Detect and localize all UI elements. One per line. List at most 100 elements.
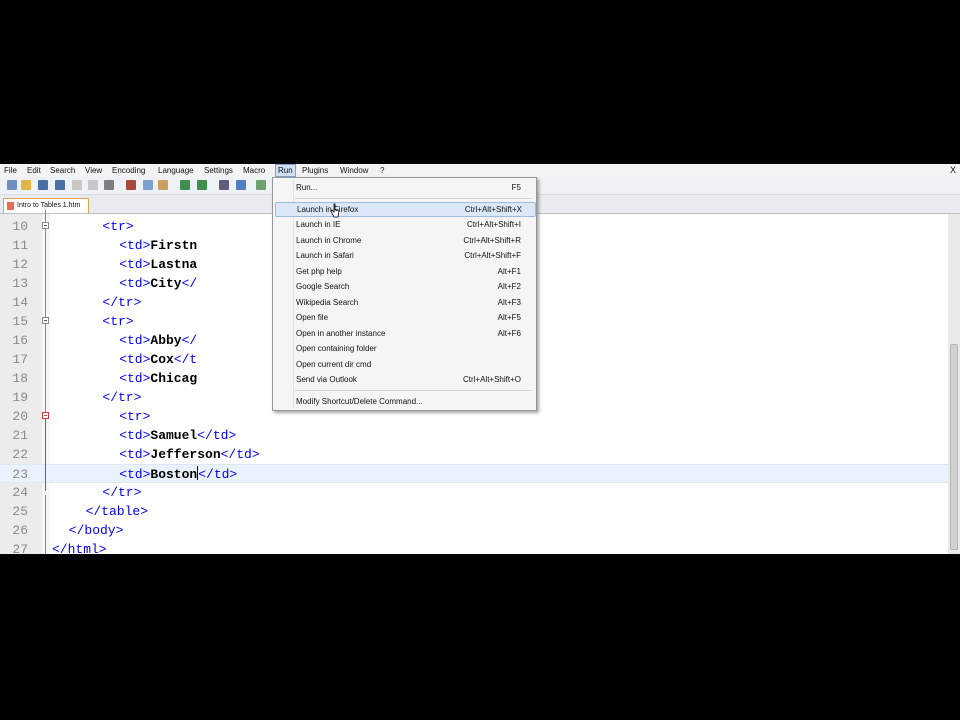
menu-view[interactable]: View: [83, 164, 104, 177]
new-file-icon[interactable]: [7, 180, 17, 190]
find-icon[interactable]: [219, 180, 229, 190]
html-tag-token: </: [181, 333, 198, 348]
code-text: <td>Samuel</td>: [119, 426, 236, 445]
line-number: 12: [12, 257, 28, 272]
line-number: 18: [12, 371, 28, 386]
menu-item-label: Modify Shortcut/Delete Command...: [296, 396, 423, 406]
menu-item-label: Send via Outlook: [296, 375, 357, 384]
menu-item-open-containing-folder[interactable]: Open containing folder: [275, 341, 534, 356]
menu-item-label: Launch in Safari: [296, 251, 354, 260]
line-number: 21: [12, 428, 28, 443]
menu-settings[interactable]: Settings: [202, 164, 235, 177]
menu-item-run[interactable]: Run... F5: [275, 180, 534, 195]
line-number: 11: [12, 238, 28, 253]
line-number: 24: [12, 485, 28, 500]
menu-bar: File Edit Search View Encoding Language Settin…: [0, 164, 960, 177]
menu-item-label: Launch in IE: [296, 220, 341, 229]
html-tag-token: <td>: [119, 257, 151, 272]
menu-item-launch-in-ie[interactable]: Launch in IE Ctrl+Alt+Shift+I: [275, 217, 534, 232]
code-line[interactable]: 27 </html>: [0, 540, 948, 554]
html-tag-token: <td>: [119, 333, 151, 348]
code-text: <td>Cox</t: [119, 350, 197, 369]
menu-window[interactable]: Window: [338, 164, 370, 177]
line-number: 13: [12, 276, 28, 291]
close-all-icon[interactable]: [88, 180, 98, 190]
menu-help[interactable]: ?: [378, 164, 386, 177]
menu-edit[interactable]: Edit: [25, 164, 43, 177]
menu-item-google-search[interactable]: Google Search Alt+F2: [275, 279, 534, 294]
code-line[interactable]: 26 </body>: [0, 521, 948, 540]
mouse-cursor-icon: [331, 203, 339, 218]
menu-run[interactable]: Run: [275, 164, 296, 177]
menu-item-modify-shortcut-delete-command[interactable]: Modify Shortcut/Delete Command...: [275, 394, 534, 409]
tab-intro-to-tables[interactable]: Intro to Tables 1.htm: [3, 198, 89, 213]
save-all-icon[interactable]: [55, 180, 65, 190]
menu-item-shortcut: Ctrl+Alt+Shift+F: [464, 251, 521, 260]
copy-icon[interactable]: [143, 180, 153, 190]
menu-file[interactable]: File: [2, 164, 19, 177]
line-number: 10: [12, 219, 28, 234]
line-number: 17: [12, 352, 28, 367]
line-number: 25: [12, 504, 28, 519]
menu-encoding[interactable]: Encoding: [110, 164, 147, 177]
close-document-icon[interactable]: X: [950, 164, 956, 177]
html-tag-token: </tr>: [102, 485, 142, 500]
menu-language[interactable]: Language: [156, 164, 196, 177]
open-file-icon[interactable]: [21, 180, 31, 190]
code-line[interactable]: 22 <td>Jefferson</td>: [0, 445, 948, 464]
scrollbar-thumb[interactable]: [950, 344, 958, 550]
menu-separator: [295, 389, 532, 391]
menu-item-launch-in-firefox[interactable]: Launch in Firefox Ctrl+Alt+Shift+X: [275, 201, 536, 217]
menu-item-open-current-dir-cmd[interactable]: Open current dir cmd: [275, 357, 534, 372]
menu-item-shortcut: F5: [511, 183, 521, 192]
undo-icon[interactable]: [180, 180, 190, 190]
text-token: Jefferson: [150, 447, 221, 462]
menu-item-get-php-help[interactable]: Get php help Alt+F1: [275, 264, 534, 279]
menu-item-shortcut: Alt+F3: [497, 297, 521, 307]
menu-search[interactable]: Search: [48, 164, 77, 177]
fold-toggle-icon[interactable]: [42, 222, 49, 229]
save-icon[interactable]: [38, 180, 48, 190]
print-icon[interactable]: [104, 180, 114, 190]
line-number: 16: [12, 333, 28, 348]
paste-icon[interactable]: [158, 180, 168, 190]
html-tag-token: <td>: [119, 371, 151, 386]
html-tag-token: </td>: [197, 428, 237, 443]
fold-toggle-icon[interactable]: [42, 412, 49, 419]
zoom-icon[interactable]: [256, 180, 266, 190]
menu-item-label: Launch in Chrome: [296, 235, 362, 245]
redo-icon[interactable]: [197, 180, 207, 190]
menu-item-label: Get php help: [296, 266, 342, 276]
code-line[interactable]: 25 </table>: [0, 502, 948, 521]
menu-macro[interactable]: Macro: [241, 164, 267, 177]
code-line[interactable]: 23 <td>Boston</td>: [0, 464, 948, 483]
vertical-scrollbar[interactable]: [948, 214, 960, 554]
menu-item-shortcut: Ctrl+Alt+Shift+R: [463, 235, 521, 245]
code-line[interactable]: 21 <td>Samuel</td>: [0, 426, 948, 445]
menu-item-launch-in-chrome[interactable]: Launch in Chrome Ctrl+Alt+Shift+R: [275, 233, 534, 248]
run-menu-dropdown: Run... F5 Launch in Firefox Ctrl+Alt+Shift+…: [272, 177, 537, 411]
menu-item-label: Run...: [296, 183, 318, 192]
menu-item-open-in-another-instance[interactable]: Open in another instance Alt+F6: [275, 326, 534, 341]
code-text: <tr>: [119, 407, 150, 426]
menu-item-wikipedia-search[interactable]: Wikipedia Search Alt+F3: [275, 295, 534, 310]
menu-item-label: Google Search: [296, 282, 350, 291]
menu-item-open-file[interactable]: Open file Alt+F5: [275, 310, 534, 325]
text-token: Firstn: [150, 238, 198, 253]
file-modified-icon: [7, 202, 14, 210]
text-token: Boston: [150, 467, 198, 482]
replace-icon[interactable]: [236, 180, 246, 190]
code-line[interactable]: 24 </tr>: [0, 483, 948, 502]
html-tag-token: <td>: [119, 428, 151, 443]
text-token: Samuel: [150, 428, 198, 443]
fold-toggle-icon[interactable]: [42, 317, 49, 324]
fold-guide-line: [45, 495, 46, 554]
menu-plugins[interactable]: Plugins: [300, 164, 330, 177]
menu-item-launch-in-safari[interactable]: Launch in Safari Ctrl+Alt+Shift+F: [275, 248, 534, 263]
menu-item-send-via-outlook[interactable]: Send via Outlook Ctrl+Alt+Shift+O: [275, 372, 534, 387]
line-number: 19: [12, 390, 28, 405]
close-icon[interactable]: [72, 180, 82, 190]
html-tag-token: </td>: [198, 467, 238, 482]
html-tag-token: <tr>: [102, 219, 134, 234]
cut-icon[interactable]: [126, 180, 136, 190]
